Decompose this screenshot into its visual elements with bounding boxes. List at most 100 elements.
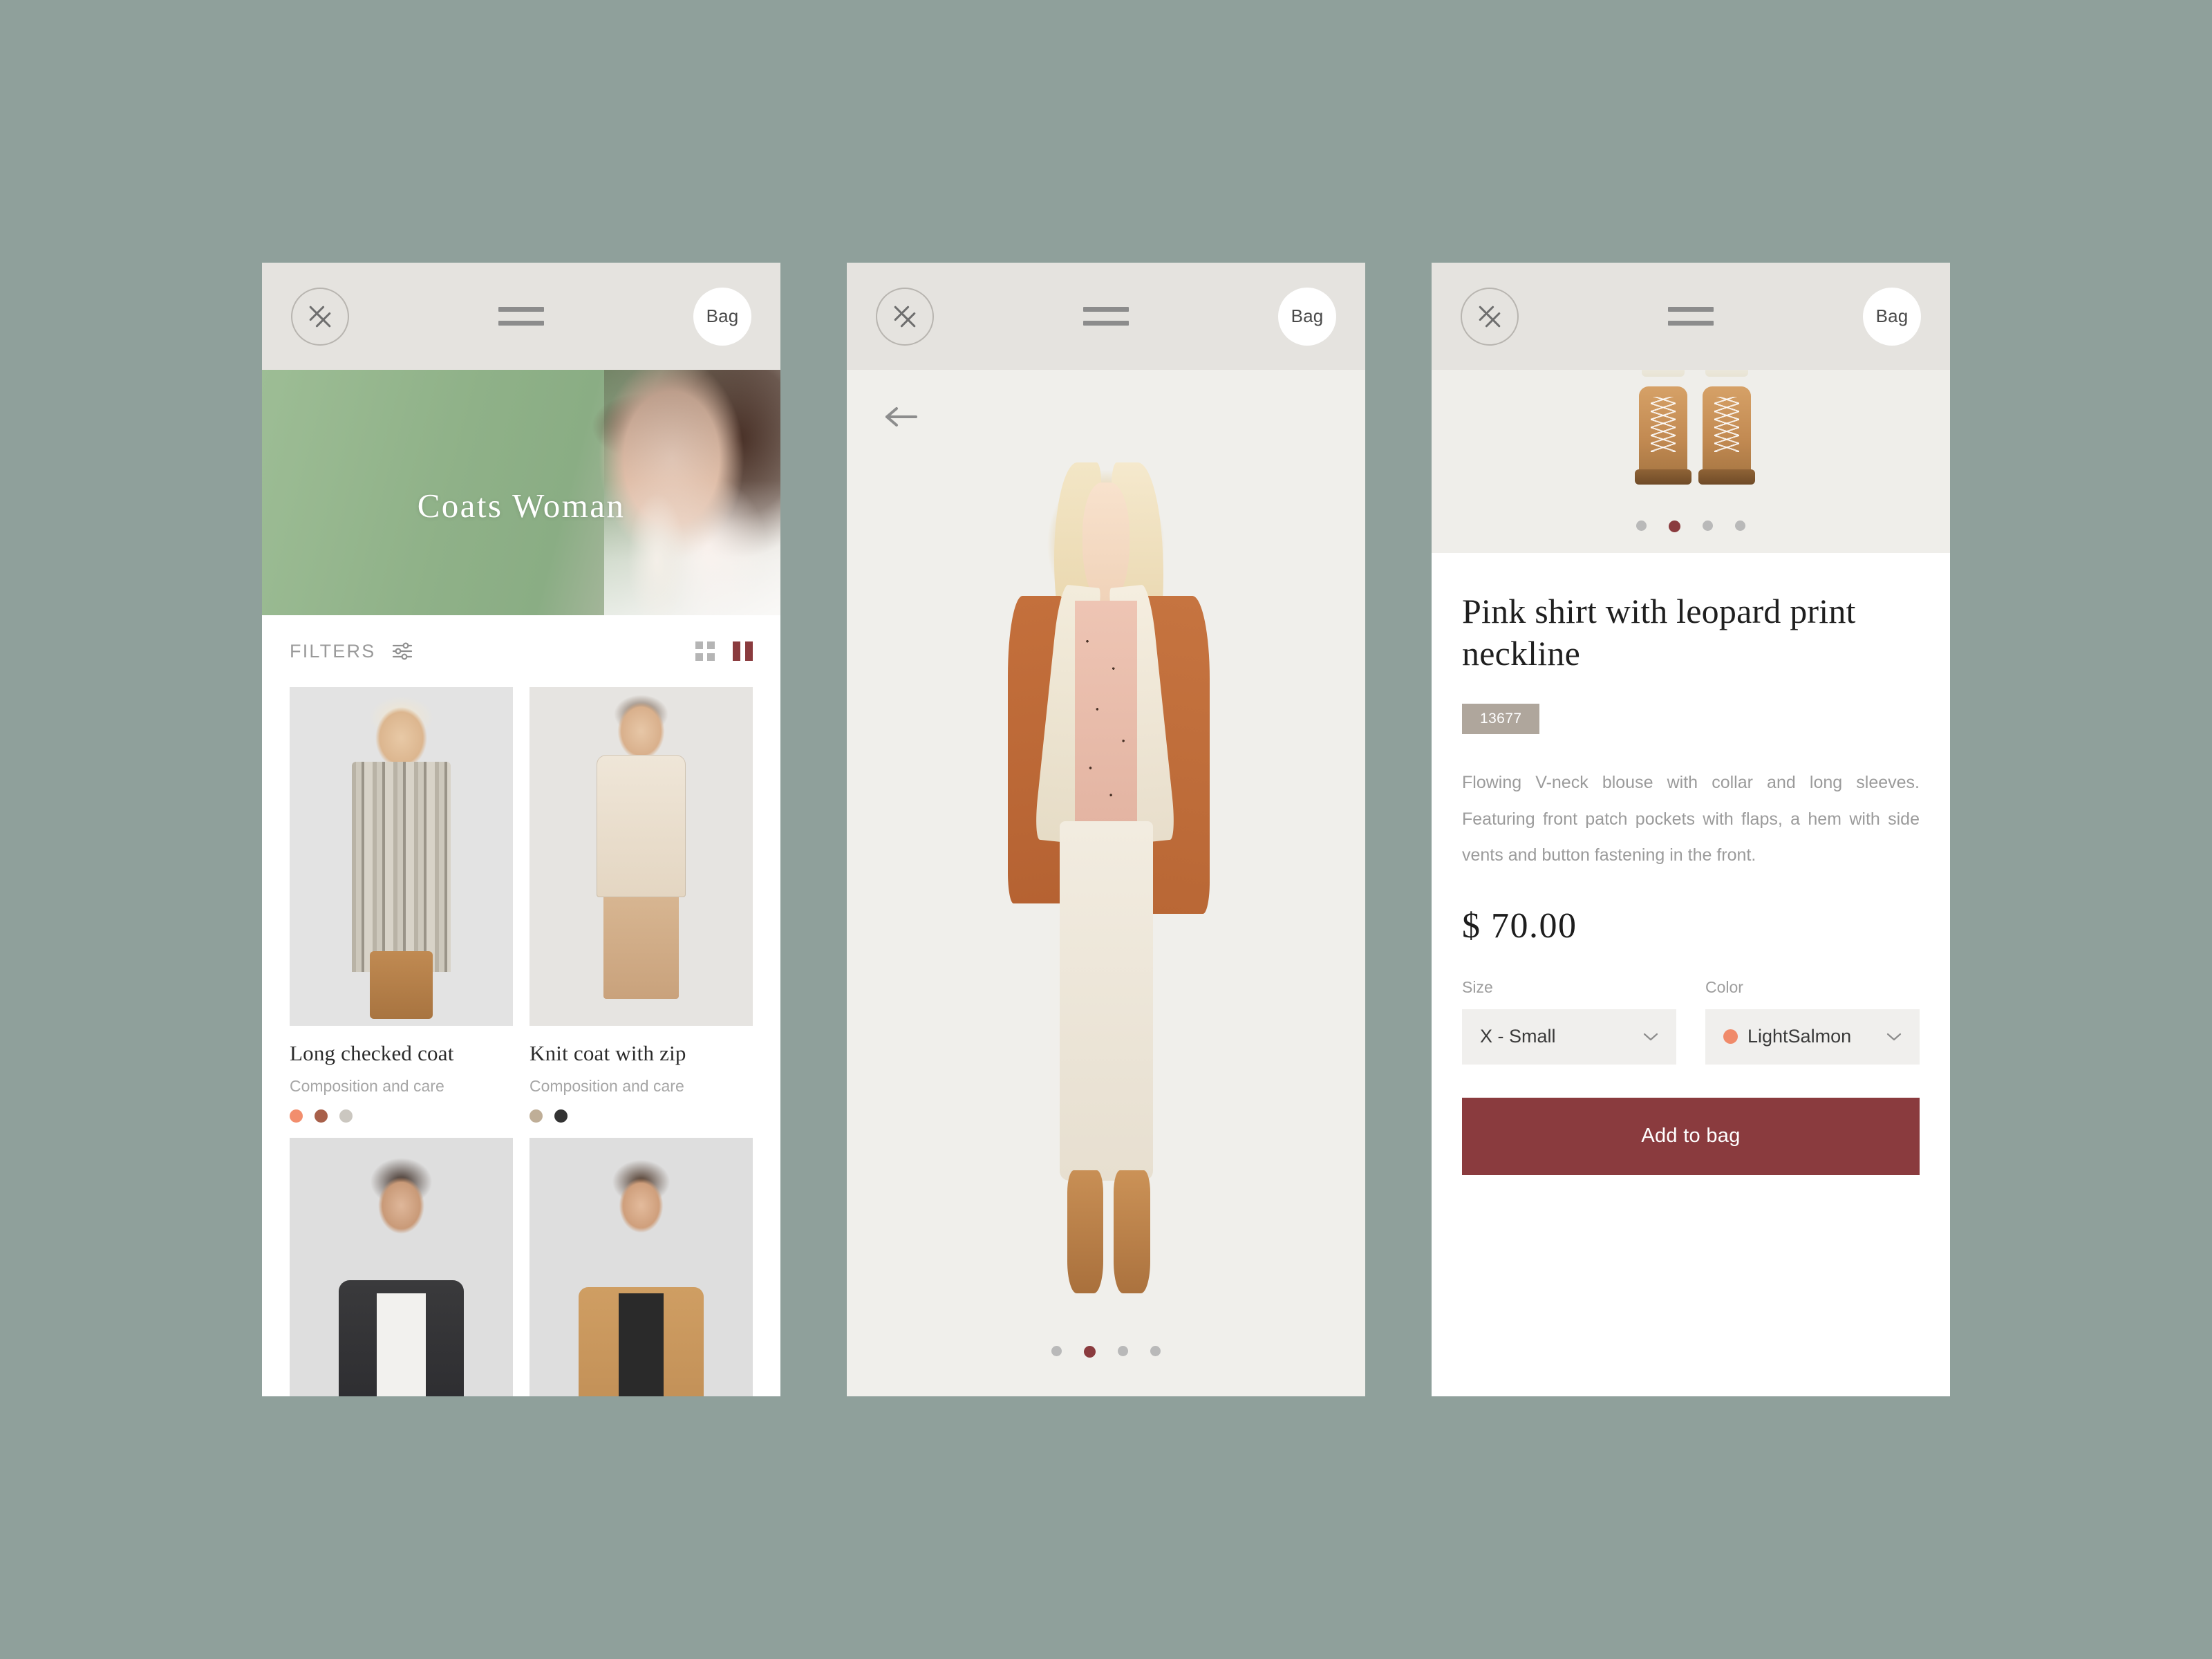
product-title: Pink shirt with leopard print neckline <box>1462 592 1856 673</box>
product-subtitle: Composition and care <box>529 1077 684 1095</box>
double-x-logo-icon[interactable] <box>291 287 349 346</box>
product-photo <box>529 687 753 1026</box>
hamburger-menu-icon[interactable] <box>498 307 544 326</box>
carousel-dot[interactable] <box>1636 521 1647 531</box>
screen-product-photo: Bag <box>847 263 1365 1396</box>
chevron-down-icon[interactable] <box>1643 1032 1658 1041</box>
chevron-down-icon[interactable] <box>1886 1032 1902 1041</box>
grid-cell <box>695 653 703 661</box>
boot-right <box>1698 386 1755 485</box>
product-image[interactable] <box>290 687 513 1026</box>
product-grid: Long checked coat Composition and care K… <box>262 687 780 1396</box>
color-label: Color <box>1705 977 1743 996</box>
product-gallery[interactable] <box>1432 370 1950 553</box>
carousel-dots <box>1432 521 1950 532</box>
two-column-view-icon[interactable] <box>733 641 753 661</box>
product-name: Knit coat with zip <box>529 1041 686 1065</box>
model-photo[interactable] <box>847 370 1365 1396</box>
product-card[interactable] <box>290 1138 513 1396</box>
filters-label: FILTERS <box>290 640 376 662</box>
grid-cell <box>707 653 715 661</box>
column-bar <box>745 641 753 661</box>
menu-line <box>498 321 544 326</box>
product-image[interactable] <box>529 687 753 1026</box>
product-card[interactable]: Knit coat with zip Composition and care <box>529 687 753 1138</box>
product-card[interactable] <box>529 1138 753 1396</box>
sliders-icon[interactable] <box>391 639 414 663</box>
color-swatch-list <box>290 1109 513 1123</box>
app-bar-product-detail: Bag <box>1432 263 1950 370</box>
product-photo <box>529 1138 753 1396</box>
menu-line <box>1668 321 1714 326</box>
view-toggle-group <box>695 641 753 661</box>
color-select[interactable]: LightSalmon <box>1705 1009 1920 1065</box>
product-photo <box>290 1138 513 1396</box>
grid-cell <box>695 641 703 649</box>
color-swatch <box>1723 1029 1738 1044</box>
model-boot-right <box>1114 1170 1150 1294</box>
product-subtitle: Composition and care <box>290 1077 444 1095</box>
product-card[interactable]: Long checked coat Composition and care <box>290 687 513 1138</box>
double-x-logo-icon[interactable] <box>1461 287 1519 346</box>
add-to-bag-button[interactable]: Add to bag <box>1462 1097 1920 1175</box>
carousel-dot-active[interactable] <box>1669 521 1680 532</box>
product-info: Pink shirt with leopard print neckline 1… <box>1432 553 1950 1065</box>
screen-catalog: Bag Coats Woman FILTERS Long checked coa… <box>262 263 780 1396</box>
filters-button[interactable]: FILTERS <box>290 639 414 663</box>
product-description: Flowing V-neck blouse with collar and lo… <box>1462 773 1920 865</box>
page-title: Coats Woman <box>417 487 626 525</box>
bag-button[interactable]: Bag <box>1278 287 1336 346</box>
menu-line <box>498 307 544 312</box>
carousel-dot[interactable] <box>1051 1346 1062 1356</box>
product-photo-body <box>847 370 1365 1396</box>
grid-view-icon[interactable] <box>695 641 715 661</box>
color-swatch[interactable] <box>315 1109 328 1123</box>
filter-bar: FILTERS <box>262 615 780 687</box>
bag-button[interactable]: Bag <box>693 287 751 346</box>
hamburger-menu-icon[interactable] <box>1668 307 1714 326</box>
app-bar-product-photo: Bag <box>847 263 1365 370</box>
carousel-dots <box>847 1346 1365 1358</box>
model-leopard-blouse <box>1075 601 1137 827</box>
sock-left <box>1642 370 1685 377</box>
product-image[interactable] <box>529 1138 753 1396</box>
column-bar <box>733 641 740 661</box>
arrow-left-icon[interactable] <box>883 403 921 431</box>
size-label: Size <box>1462 977 1493 996</box>
hamburger-menu-icon[interactable] <box>1083 307 1129 326</box>
sock-right <box>1705 370 1748 377</box>
color-swatch[interactable] <box>529 1109 543 1123</box>
model-pants <box>1059 821 1153 1181</box>
color-swatch[interactable] <box>554 1109 568 1123</box>
grid-cell <box>707 641 715 649</box>
color-swatch[interactable] <box>339 1109 353 1123</box>
carousel-dot[interactable] <box>1150 1346 1161 1356</box>
menu-line <box>1083 321 1129 326</box>
color-selector-group: Color LightSalmon <box>1705 978 1920 1065</box>
boot-left <box>1635 386 1691 485</box>
size-value: X - Small <box>1480 1026 1556 1047</box>
color-swatch-list <box>529 1109 753 1123</box>
carousel-dot[interactable] <box>1118 1346 1128 1356</box>
color-swatch[interactable] <box>290 1109 303 1123</box>
product-price: $ 70.00 <box>1462 906 1577 946</box>
menu-line <box>1668 307 1714 312</box>
menu-line <box>1083 307 1129 312</box>
carousel-dot-active[interactable] <box>1084 1346 1096 1358</box>
bag-button[interactable]: Bag <box>1863 287 1921 346</box>
product-name: Long checked coat <box>290 1041 454 1065</box>
size-select[interactable]: X - Small <box>1462 1009 1676 1065</box>
variant-selectors: Size X - Small Color LightSalmon <box>1462 978 1920 1065</box>
carousel-dot[interactable] <box>1735 521 1745 531</box>
size-selector-group: Size X - Small <box>1462 978 1676 1065</box>
color-value: LightSalmon <box>1747 1026 1852 1047</box>
model-boot-left <box>1067 1170 1104 1294</box>
hero-banner: Coats Woman <box>262 370 780 615</box>
carousel-dot[interactable] <box>1703 521 1713 531</box>
mockup-stage: Bag Coats Woman FILTERS Long checked coa… <box>0 0 2212 1659</box>
app-bar-catalog: Bag <box>262 263 780 370</box>
product-image[interactable] <box>290 1138 513 1396</box>
sku-badge: 13677 <box>1462 704 1540 734</box>
product-photo <box>290 687 513 1026</box>
double-x-logo-icon[interactable] <box>876 287 934 346</box>
